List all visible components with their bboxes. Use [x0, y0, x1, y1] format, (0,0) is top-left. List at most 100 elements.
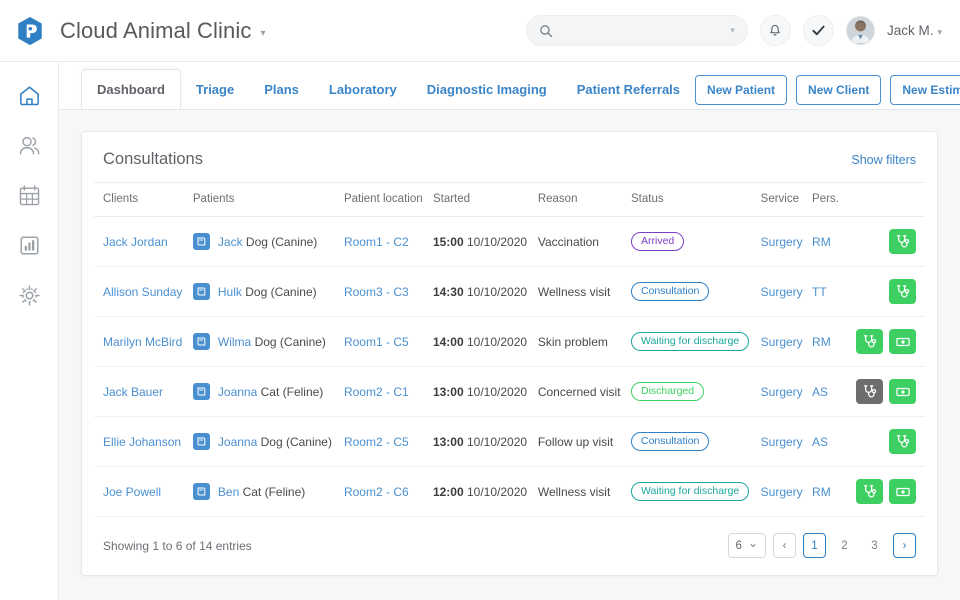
- client-link[interactable]: Joe Powell: [103, 485, 161, 499]
- reason-text: Wellness visit: [537, 484, 611, 499]
- gear-icon: [18, 284, 40, 306]
- people-icon: [19, 136, 39, 154]
- patient-cell[interactable]: Hulk Dog (Canine): [192, 283, 336, 300]
- tab-laboratory[interactable]: Laboratory: [314, 71, 412, 109]
- tab-dashboard[interactable]: Dashboard: [81, 69, 181, 109]
- sidebar-item-clients[interactable]: [14, 130, 44, 160]
- client-link[interactable]: Marilyn McBird: [103, 335, 182, 349]
- patient-location-link[interactable]: Room3 - C3: [344, 285, 409, 299]
- tab-triage[interactable]: Triage: [181, 71, 249, 109]
- service-link[interactable]: Surgery: [761, 235, 803, 249]
- personnel-initials[interactable]: RM: [812, 485, 831, 499]
- service-link[interactable]: Surgery: [761, 485, 803, 499]
- table-row[interactable]: Jack Bauer Joanna Cat (Feline) Room2 - C1 1…: [94, 366, 925, 417]
- check-icon: [812, 25, 825, 36]
- patient-cell[interactable]: Joanna Dog (Canine): [192, 433, 336, 450]
- patient-record-icon: [192, 383, 210, 400]
- row-action-stethoscope-button[interactable]: [856, 479, 883, 504]
- personnel-initials[interactable]: RM: [812, 235, 831, 249]
- table-row[interactable]: Jack Jordan Jack Dog (Canine) Room1 - C2 15…: [94, 216, 925, 267]
- pagination-page-1[interactable]: 1: [803, 533, 826, 558]
- client-link[interactable]: Jack Bauer: [103, 385, 163, 399]
- pagination-page-3[interactable]: 3: [863, 533, 886, 558]
- patient-location-link[interactable]: Room2 - C1: [344, 385, 409, 399]
- client-link[interactable]: Ellie Johanson: [103, 435, 181, 449]
- chevron-down-icon[interactable]: ▾: [260, 28, 265, 39]
- table-row[interactable]: Marilyn McBird Wilma Dog (Canine) Room1 - …: [94, 316, 925, 367]
- service-link[interactable]: Surgery: [761, 335, 803, 349]
- search-box[interactable]: ▾: [525, 15, 748, 46]
- reason-text: Wellness visit: [537, 284, 611, 299]
- row-action-banknote-button[interactable]: [889, 479, 916, 504]
- personnel-initials[interactable]: TT: [812, 285, 827, 299]
- table-row[interactable]: Ellie Johanson Joanna Dog (Canine) Room2 -…: [94, 416, 925, 467]
- row-action-stethoscope-button[interactable]: [856, 379, 883, 404]
- search-chevron-down-icon[interactable]: ▾: [730, 25, 735, 36]
- patient-location-link[interactable]: Room1 - C2: [344, 235, 409, 249]
- personnel-initials[interactable]: AS: [812, 385, 828, 399]
- started-time: 12:00: [432, 484, 464, 499]
- app-logo[interactable]: [0, 16, 60, 46]
- show-filters-link[interactable]: Show filters: [851, 153, 916, 167]
- patient-name: Hulk: [217, 284, 242, 299]
- user-menu[interactable]: Jack M. ▾: [887, 22, 942, 40]
- personnel-initials[interactable]: AS: [812, 435, 828, 449]
- notifications-button[interactable]: [759, 15, 791, 46]
- patient-cell[interactable]: Ben Cat (Feline): [192, 483, 336, 500]
- row-action-stethoscope-button[interactable]: [856, 329, 883, 354]
- service-link[interactable]: Surgery: [761, 385, 803, 399]
- status-badge: Consultation: [631, 431, 710, 452]
- patient-species: Cat (Feline): [242, 484, 306, 499]
- service-link[interactable]: Surgery: [761, 435, 803, 449]
- patient-species: Dog (Canine): [254, 334, 326, 349]
- tab-bar: Dashboard Triage Plans Laboratory Diagno…: [59, 62, 960, 109]
- started-date: 10/10/2020: [467, 334, 528, 349]
- tab-diagnostic-imaging[interactable]: Diagnostic Imaging: [412, 71, 562, 109]
- client-link[interactable]: Allison Sunday: [103, 285, 182, 299]
- reason-text: Skin problem: [537, 334, 608, 349]
- avatar[interactable]: [845, 16, 875, 45]
- patient-location-link[interactable]: Room2 - C5: [344, 435, 409, 449]
- home-icon: [19, 85, 39, 105]
- row-action-banknote-button[interactable]: [889, 329, 916, 354]
- sidebar-item-home[interactable]: [14, 80, 44, 110]
- pagination-page-2[interactable]: 2: [833, 533, 856, 558]
- patient-location-link[interactable]: Room1 - C5: [344, 335, 409, 349]
- pagination-next-button[interactable]: ›: [893, 533, 916, 558]
- new-client-button[interactable]: New Client: [796, 75, 882, 105]
- new-patient-button[interactable]: New Patient: [695, 75, 788, 105]
- patient-species: Dog (Canine): [260, 434, 332, 449]
- sidebar-item-reports[interactable]: [14, 230, 44, 260]
- patient-cell[interactable]: Joanna Cat (Feline): [192, 383, 336, 400]
- tasks-button[interactable]: [802, 15, 834, 46]
- page-title: Cloud Animal Clinic ▾: [60, 18, 266, 44]
- service-link[interactable]: Surgery: [761, 285, 803, 299]
- sidebar-item-settings[interactable]: [14, 280, 44, 310]
- personnel-initials[interactable]: RM: [812, 335, 831, 349]
- row-action-banknote-button[interactable]: [889, 379, 916, 404]
- page-size-select[interactable]: 6 ⌄: [727, 533, 766, 558]
- pagination-prev-button[interactable]: ‹: [773, 533, 796, 558]
- patient-cell[interactable]: Jack Dog (Canine): [192, 233, 336, 250]
- column-patient-location: Patient location: [339, 182, 429, 217]
- consultations-card: Consultations Show filters Clients Patie…: [81, 131, 938, 576]
- row-action-stethoscope-button[interactable]: [889, 229, 916, 254]
- sidebar-item-calendar[interactable]: [14, 180, 44, 210]
- table-row[interactable]: Joe Powell Ben Cat (Feline) Room2 - C6 12:0…: [94, 466, 925, 517]
- tab-plans[interactable]: Plans: [249, 71, 314, 109]
- banknote-icon: [895, 337, 910, 346]
- column-pers: Pers.: [808, 182, 844, 217]
- user-chevron-down-icon: ▾: [937, 26, 942, 37]
- patient-cell[interactable]: Wilma Dog (Canine): [192, 333, 336, 350]
- client-link[interactable]: Jack Jordan: [103, 235, 168, 249]
- patient-location-link[interactable]: Room2 - C6: [344, 485, 409, 499]
- tab-patient-referrals[interactable]: Patient Referrals: [562, 71, 695, 109]
- row-action-stethoscope-button[interactable]: [889, 429, 916, 454]
- table-row[interactable]: Allison Sunday Hulk Dog (Canine) Room3 - C…: [94, 266, 925, 317]
- sidebar: [0, 62, 59, 600]
- consultations-table: Clients Patients Patient location Starte…: [94, 182, 925, 517]
- card-header: Consultations Show filters: [94, 150, 925, 182]
- search-input[interactable]: [560, 23, 731, 38]
- row-action-stethoscope-button[interactable]: [889, 279, 916, 304]
- new-estimate-button[interactable]: New Estimate: [890, 75, 960, 105]
